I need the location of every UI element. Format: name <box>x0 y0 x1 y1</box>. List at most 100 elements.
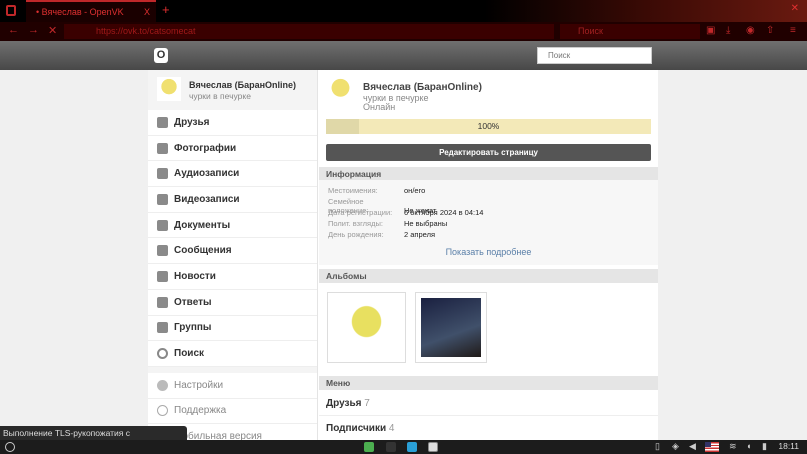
download-icon[interactable]: ⤓ <box>726 25 730 36</box>
url-bar[interactable]: https://ovk.to/catsomecat <box>64 24 554 39</box>
album-thumbnail[interactable] <box>415 292 487 363</box>
site-search-input[interactable]: Поиск <box>537 47 652 64</box>
envelope-icon <box>157 245 168 257</box>
sidebar-item-support[interactable]: Поддержка <box>148 399 317 425</box>
sidebar-item-settings[interactable]: Настройки <box>148 373 317 399</box>
files-icon[interactable] <box>364 442 374 452</box>
volume-icon[interactable]: ◖ <box>746 441 751 451</box>
info-row: Дата регистрации: 6 октября 2024 в 04:14 <box>328 208 483 217</box>
menu-icon[interactable]: ≡ <box>790 25 796 36</box>
clock[interactable]: 18:11 <box>778 441 799 451</box>
group-icon <box>157 322 168 334</box>
label: Ответы <box>174 296 212 308</box>
window-close-icon[interactable]: ✕ <box>791 3 799 14</box>
shield-icon[interactable]: ◈ <box>672 441 679 452</box>
label: Фотографии <box>174 142 237 154</box>
status-tooltip: Выполнение TLS-рукопожатия с abs.twimg.c… <box>0 426 187 452</box>
profile-completion-bar: 100% <box>326 119 651 134</box>
keyboard-layout-flag-icon[interactable] <box>705 442 719 452</box>
extensions-icon[interactable]: ⇧ <box>766 25 774 36</box>
search-icon <box>157 348 168 360</box>
taskbar: ▯ ◈ ◀ ≋ ◖ ▮ 18:11 <box>0 440 807 454</box>
back-icon[interactable]: ← <box>8 24 19 36</box>
info-section-header: Информация <box>319 167 658 181</box>
pocket-icon[interactable]: ▣ <box>706 25 715 36</box>
label: Группы <box>174 322 212 334</box>
sidebar-item-news[interactable]: Новости <box>148 264 317 290</box>
browser-app-icon[interactable] <box>428 442 438 452</box>
sidebar-item-replies[interactable]: Ответы <box>148 290 317 316</box>
sidebar-user[interactable]: Вячеслав (БаранOnline) чурки в печурке <box>148 70 317 110</box>
start-menu-icon[interactable] <box>5 442 15 452</box>
account-icon[interactable]: ◉ <box>746 25 755 36</box>
label: Документы <box>174 219 231 231</box>
progress-label: 100% <box>477 121 500 131</box>
album-image <box>421 298 481 357</box>
label: Поиск <box>174 348 205 360</box>
browser-tab[interactable]: • Вячеслав - OpenVK X <box>26 0 156 22</box>
url-text: https://ovk.to/catsomecat <box>96 26 196 36</box>
gear-icon <box>157 379 168 391</box>
close-tab-button[interactable]: X <box>144 2 150 22</box>
count: 4 <box>388 423 395 434</box>
sidebar-item-search[interactable]: Поиск <box>148 341 317 367</box>
info-row: Полит. взгляды: Не выбраны <box>328 219 447 228</box>
label: Видеозаписи <box>174 193 240 205</box>
film-icon <box>157 193 168 205</box>
browser-toolbar: ← → ✕ https://ovk.to/catsomecat Поиск ▣ … <box>0 22 807 41</box>
battery-icon[interactable]: ▮ <box>762 441 767 452</box>
sidebar-item-audio[interactable]: Аудиозаписи <box>148 161 317 188</box>
label: Подписчики <box>326 423 387 434</box>
info-key: Местоимения: <box>328 186 378 195</box>
site-logo[interactable]: O <box>154 48 168 63</box>
sidebar-item-messages[interactable]: Сообщения <box>148 238 317 265</box>
camera-icon <box>157 142 168 154</box>
info-value: Не выбраны <box>404 219 448 228</box>
divider <box>319 415 658 416</box>
info-value: 2 апреля <box>404 230 436 239</box>
show-more-link[interactable]: Показать подробнее <box>319 247 658 257</box>
sidebar-item-photos[interactable]: Фотографии <box>148 136 317 162</box>
stop-icon[interactable]: ✕ <box>48 24 57 37</box>
search-placeholder: Поиск <box>578 26 603 36</box>
menu-item-followers[interactable]: Подписчики 4 <box>326 423 394 434</box>
progress-fill <box>326 119 359 134</box>
profile-name: Вячеслав (БаранOnline) <box>363 82 482 93</box>
clipboard-icon[interactable]: ▯ <box>655 441 660 452</box>
search-placeholder: Поиск <box>548 51 571 60</box>
new-tab-button[interactable]: + <box>162 2 170 17</box>
albums-section-header[interactable]: Альбомы <box>319 269 658 283</box>
info-row: Местоимения: он/его <box>328 186 425 195</box>
info-key: Полит. взгляды: <box>328 219 383 228</box>
sidebar: Вячеслав (БаранOnline) чурки в печурке Д… <box>148 70 318 454</box>
label: Новости <box>174 270 216 282</box>
browser-search-input[interactable]: Поиск <box>560 24 700 39</box>
site-header <box>0 41 807 70</box>
count: 7 <box>364 398 370 409</box>
album-image <box>333 298 400 357</box>
avatar <box>157 77 181 101</box>
sidebar-item-groups[interactable]: Группы <box>148 316 317 342</box>
terminal-icon[interactable] <box>386 442 396 452</box>
sidebar-item-documents[interactable]: Документы <box>148 213 317 239</box>
wifi-icon[interactable]: ≋ <box>729 441 737 452</box>
telegram-tray-icon[interactable]: ◀ <box>689 441 696 452</box>
menu-section-header: Меню <box>319 376 658 390</box>
profile-avatar[interactable] <box>326 77 355 104</box>
label: Сообщения <box>174 245 232 257</box>
album-thumbnail[interactable] <box>327 292 406 363</box>
sidebar-user-status: чурки в печурке <box>189 91 251 101</box>
sidebar-item-friends[interactable]: Друзья <box>148 110 317 136</box>
sidebar-item-video[interactable]: Видеозаписи <box>148 187 317 213</box>
label: Друзья <box>326 398 362 409</box>
sidebar-user-name: Вячеслав (БаранOnline) <box>189 80 297 90</box>
telegram-icon[interactable] <box>407 442 417 452</box>
info-value[interactable]: 6 октября 2024 в 04:14 <box>404 208 483 217</box>
edit-page-button[interactable]: Редактировать страницу <box>326 144 651 161</box>
info-row: День рождения: 2 апреля <box>328 230 435 239</box>
online-status: Онлайн <box>363 102 396 112</box>
tab-list-icon[interactable] <box>6 5 16 16</box>
label: Настройки <box>174 379 224 391</box>
menu-item-friends[interactable]: Друзья 7 <box>326 398 370 409</box>
forward-icon[interactable]: → <box>28 24 39 36</box>
